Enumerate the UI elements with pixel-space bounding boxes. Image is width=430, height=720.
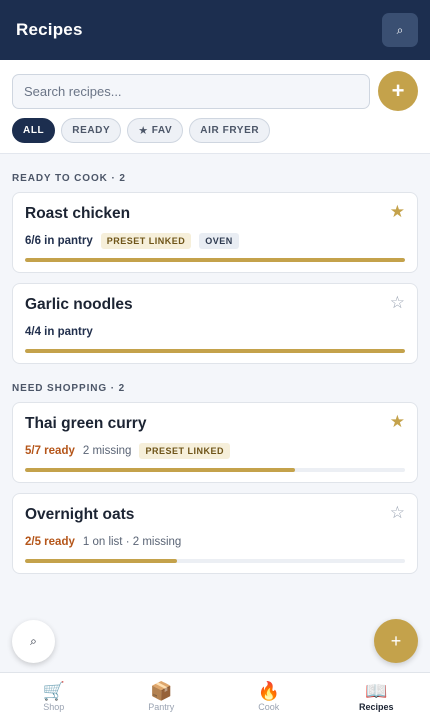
ready-status: 2/5 ready bbox=[25, 535, 75, 548]
filter-chip-all[interactable]: ALL bbox=[12, 118, 56, 143]
recipe-card[interactable]: Thai green curry ★ 5/7 ready 2 missing P… bbox=[12, 402, 418, 483]
pantry-progress-bar bbox=[25, 559, 405, 563]
tab-label: Cook bbox=[258, 701, 280, 712]
section-label-ready: READY TO COOK · 2 bbox=[12, 173, 126, 184]
chip-label: ALL bbox=[23, 125, 45, 136]
recipe-card[interactable]: Roast chicken ★ 6/6 in pantry PRESET LIN… bbox=[12, 192, 418, 273]
missing-note: 1 on list · 2 missing bbox=[82, 535, 182, 548]
favorite-star-icon[interactable]: ★ bbox=[390, 203, 405, 220]
pantry-progress-bar bbox=[25, 349, 405, 353]
favorite-star-outline-icon[interactable]: ☆ bbox=[390, 294, 405, 311]
search-icon[interactable]: ⌕ bbox=[382, 13, 418, 47]
recipe-card[interactable]: Overnight oats ☆ 2/5 ready 1 on list · 2… bbox=[12, 493, 418, 574]
progress-fill bbox=[25, 468, 295, 472]
flame-icon: 🔥 bbox=[257, 680, 280, 701]
filter-chip-ready[interactable]: READY bbox=[61, 118, 122, 143]
recipe-name: Roast chicken bbox=[25, 205, 131, 222]
recipe-card[interactable]: Garlic noodles ☆ 4/4 in pantry bbox=[12, 283, 418, 364]
add-recipe-button[interactable]: + bbox=[378, 71, 418, 111]
tab-cook[interactable]: 🔥 Cook bbox=[215, 673, 323, 720]
tab-label: Shop bbox=[43, 701, 65, 712]
tag-oven: OVEN bbox=[199, 232, 239, 249]
recipe-meta: 2/5 ready 1 on list · 2 missing bbox=[25, 533, 405, 550]
filter-chip-air-fryer[interactable]: AIR FRYER bbox=[189, 118, 271, 143]
filter-chips: ALL READY ★ FAV AIR FRYER bbox=[12, 118, 418, 143]
favorite-star-icon[interactable]: ★ bbox=[390, 413, 405, 430]
tag-preset-linked: PRESET LINKED bbox=[139, 442, 230, 459]
progress-fill bbox=[25, 559, 177, 563]
tab-label: Recipes bbox=[358, 701, 394, 712]
recipe-name: Thai green curry bbox=[25, 415, 147, 432]
recipe-name: Garlic noodles bbox=[25, 296, 133, 313]
chip-label: FAV bbox=[151, 125, 173, 136]
progress-fill bbox=[25, 258, 405, 262]
pantry-status: 6/6 in pantry bbox=[25, 234, 93, 247]
pantry-progress-bar bbox=[25, 258, 405, 262]
chip-label: READY bbox=[72, 125, 111, 136]
missing-note: 2 missing bbox=[82, 444, 132, 457]
recipe-list: READY TO COOK · 2 Roast chicken ★ 6/6 in… bbox=[0, 173, 430, 574]
tab-pantry[interactable]: 📦 Pantry bbox=[108, 673, 216, 720]
book-icon: 📖 bbox=[365, 680, 388, 701]
tab-label: Pantry bbox=[148, 701, 175, 712]
search-input[interactable] bbox=[12, 73, 370, 109]
bottom-tab-bar: 🛒 Shop 📦 Pantry 🔥 Cook 📖 Recipes bbox=[0, 672, 430, 720]
search-row: + bbox=[12, 71, 418, 111]
tab-recipes[interactable]: 📖 Recipes bbox=[323, 673, 430, 720]
box-icon: 📦 bbox=[150, 680, 173, 701]
recipe-meta: 6/6 in pantry PRESET LINKED OVEN bbox=[25, 232, 405, 249]
search-toolbar: + ALL READY ★FAV AIR FRYER bbox=[0, 60, 430, 154]
progress-fill bbox=[25, 349, 405, 353]
pantry-status: 4/4 in pantry bbox=[25, 325, 93, 338]
quick-search-fab[interactable]: ⌕ bbox=[12, 620, 55, 663]
star-icon: ★ bbox=[138, 125, 149, 137]
tab-shop[interactable]: 🛒 Shop bbox=[0, 673, 108, 720]
pantry-progress-bar bbox=[25, 468, 405, 472]
add-fab[interactable]: + bbox=[374, 619, 418, 663]
ready-status: 5/7 ready bbox=[25, 444, 75, 457]
tag-preset-linked: PRESET LINKED bbox=[100, 232, 192, 249]
recipe-meta: 5/7 ready 2 missing PRESET LINKED bbox=[25, 442, 405, 459]
chip-label: AIR FRYER bbox=[200, 125, 260, 136]
page-title: Recipes bbox=[16, 20, 83, 39]
app-header: Recipes ⌕ bbox=[0, 0, 430, 60]
recipe-name: Overnight oats bbox=[25, 506, 135, 523]
cart-icon: 🛒 bbox=[42, 680, 65, 701]
filter-chip-fav[interactable]: ★ FAV bbox=[127, 118, 184, 143]
recipe-meta: 4/4 in pantry bbox=[25, 323, 405, 340]
favorite-star-outline-icon[interactable]: ☆ bbox=[390, 504, 405, 521]
section-label-shopping: NEED SHOPPING · 2 bbox=[12, 383, 126, 394]
